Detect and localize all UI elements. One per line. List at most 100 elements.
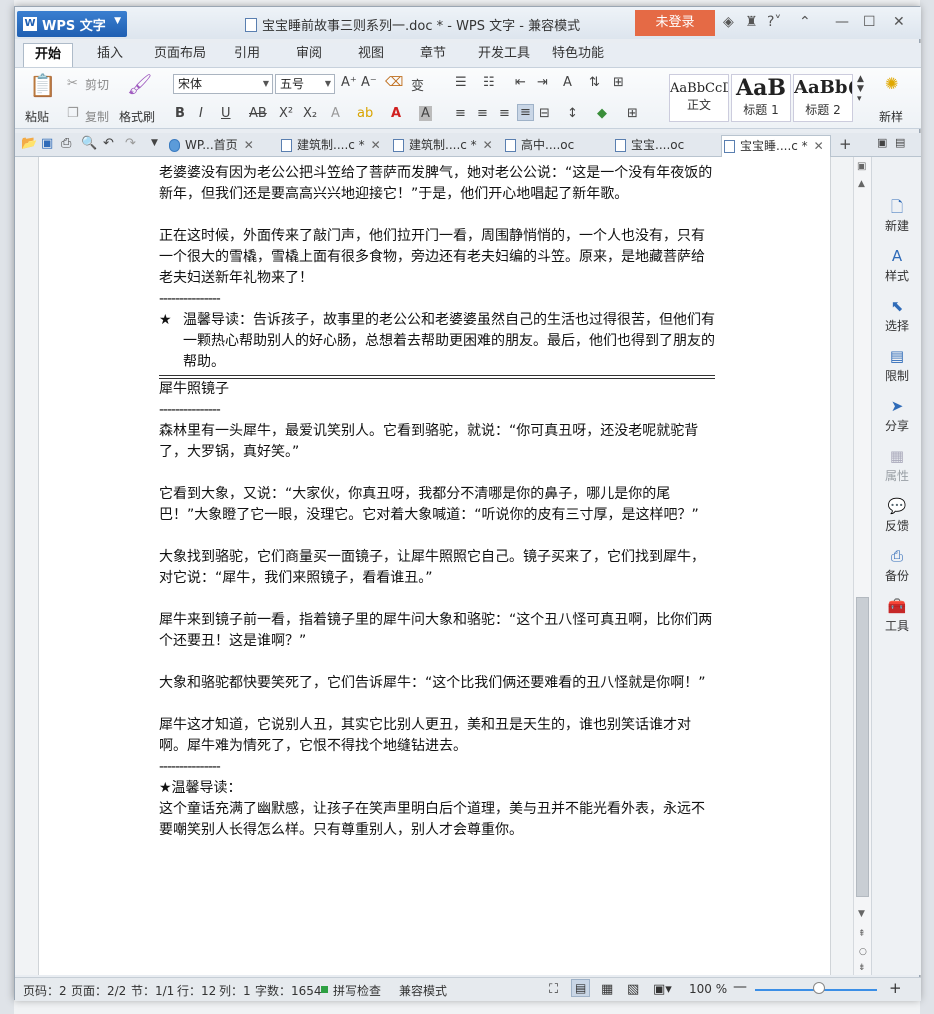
login-button[interactable]: 未登录 <box>635 10 715 36</box>
align-right-icon[interactable]: ≡ <box>499 106 510 121</box>
skin-icon[interactable]: ◈ <box>723 14 734 30</box>
doc-tab-2[interactable]: 建筑制....c * ✕ <box>279 135 387 157</box>
print-icon[interactable]: ⎙ <box>61 136 71 151</box>
underline-icon[interactable]: U <box>221 106 231 121</box>
scrollbar-thumb[interactable] <box>856 597 869 897</box>
spell-check-button[interactable]: 拼写检查 <box>333 982 381 999</box>
maximize-icon[interactable]: ☐ <box>863 14 876 30</box>
new-style-icon[interactable]: ✺ <box>885 74 898 93</box>
minimize-icon[interactable]: — <box>835 14 849 30</box>
tab-chapter[interactable]: 章节 <box>411 43 455 67</box>
paste-button[interactable]: 粘贴 <box>25 108 49 125</box>
side-restrict[interactable]: ▤ 限制 <box>872 347 922 384</box>
shading-icon[interactable]: ◆ <box>597 106 607 121</box>
italic-icon[interactable]: I <box>199 106 203 121</box>
decrease-indent-icon[interactable]: ⇤ <box>515 75 526 90</box>
paste-icon[interactable]: 📋 <box>29 74 56 99</box>
zoom-level[interactable]: 100 % <box>689 982 727 996</box>
shrink-font-icon[interactable]: A⁻ <box>361 75 377 90</box>
redo-icon[interactable]: ↷ <box>125 136 136 151</box>
tab-insert[interactable]: 插入 <box>85 43 135 67</box>
numbering-icon[interactable]: ☷ <box>483 75 495 90</box>
quick-access-menu-icon[interactable]: ▼ <box>151 138 158 148</box>
open-folder-icon[interactable]: 📂 <box>21 136 37 151</box>
justify-icon[interactable]: ≡ <box>517 104 534 121</box>
bullets-icon[interactable]: ☰ <box>455 75 467 90</box>
subscript-icon[interactable]: X₂ <box>303 106 317 121</box>
format-painter-icon[interactable]: 🖌 <box>127 72 152 96</box>
styles-scroll-icon[interactable]: ▲ ▼ ▾ <box>857 74 864 104</box>
zoom-in-icon[interactable]: + <box>889 979 902 997</box>
side-tools[interactable]: 🧰 工具 <box>872 597 922 634</box>
tab-list-icon[interactable]: ▣ <box>877 136 887 149</box>
shirt-icon[interactable]: ♜ <box>745 14 758 30</box>
doc-tab-active[interactable]: 宝宝睡....c * ✕ <box>721 135 831 157</box>
highlight-icon[interactable]: ab <box>357 106 373 121</box>
bold-icon[interactable]: B <box>175 106 185 121</box>
doc-tab-3[interactable]: 建筑制....c * ✕ <box>391 135 499 157</box>
page-view-icon[interactable]: ▤ <box>571 979 591 997</box>
align-center-icon[interactable]: ≡ <box>477 106 488 121</box>
print-preview-icon[interactable]: 🔍 <box>81 136 97 151</box>
browse-object-icon[interactable]: ○ <box>859 947 867 957</box>
clear-format-icon[interactable]: ⌫ <box>385 75 403 90</box>
char-shading-icon[interactable]: A <box>419 106 432 121</box>
new-style-button[interactable]: 新样 <box>879 108 903 125</box>
font-size-select[interactable]: 五号 ▼ <box>275 74 335 94</box>
style-heading-2[interactable]: AaBb( 标题 2 <box>793 74 853 122</box>
side-new[interactable]: 🗋 新建 <box>872 197 922 234</box>
app-menu-button[interactable]: W WPS 文字 ▼ <box>17 11 127 37</box>
increase-indent-icon[interactable]: ⇥ <box>537 75 548 90</box>
web-view-icon[interactable]: ▣▾ <box>653 982 672 997</box>
style-heading-1[interactable]: AaB 标题 1 <box>731 74 791 122</box>
reading-view-icon[interactable]: ▧ <box>627 982 639 997</box>
zoom-slider-thumb[interactable] <box>813 982 825 994</box>
tab-view[interactable]: 视图 <box>349 43 393 67</box>
sort-icon[interactable]: ⇅ <box>589 75 600 90</box>
doc-tab-5[interactable]: 宝宝....oc <box>613 135 721 157</box>
style-normal[interactable]: AaBbCcD 正文 <box>669 74 729 122</box>
font-color-icon[interactable]: A <box>391 106 401 121</box>
tab-review[interactable]: 审阅 <box>287 43 331 67</box>
fullscreen-icon[interactable]: ⛶ <box>549 982 558 997</box>
strikethrough-icon[interactable]: AB <box>249 106 267 121</box>
tab-developer[interactable]: 开发工具 <box>471 43 537 67</box>
side-share[interactable]: ➤ 分享 <box>872 397 922 434</box>
side-backup[interactable]: ⎙ 备份 <box>872 547 922 584</box>
side-feedback[interactable]: 💬 反馈 <box>872 497 922 534</box>
status-word-count[interactable]: 字数：1654 <box>255 982 322 999</box>
doc-tab-wps-home[interactable]: WP...首页 ✕ <box>167 135 275 157</box>
document-content[interactable]: 老婆婆没有因为老公公把斗笠给了菩萨而发脾气，她对老公公说：“这是一个没有年夜饭的… <box>159 163 715 841</box>
tab-references[interactable]: 引用 <box>225 43 269 67</box>
superscript-icon[interactable]: X² <box>279 106 293 121</box>
align-left-icon[interactable]: ≡ <box>455 106 466 121</box>
undo-icon[interactable]: ↶ <box>103 136 114 151</box>
ruler-toggle-icon[interactable]: ▣ <box>857 161 866 172</box>
new-tab-icon[interactable]: + <box>839 135 852 153</box>
save-icon[interactable]: ▣ <box>41 136 53 151</box>
document-page[interactable]: 老婆婆没有因为老公公把斗笠给了菩萨而发脾气，她对老公公说：“这是一个没有年夜饭的… <box>38 157 831 975</box>
collapse-ribbon-icon[interactable]: ⌃ <box>799 14 811 30</box>
case-icon[interactable]: A <box>563 75 572 90</box>
tab-special-features[interactable]: 特色功能 <box>545 43 611 67</box>
distribute-icon[interactable]: ⊟ <box>539 106 550 121</box>
next-page-icon[interactable]: ⇟ <box>858 963 866 973</box>
zoom-out-icon[interactable]: — <box>733 979 747 995</box>
outline-view-icon[interactable]: ▦ <box>601 982 613 997</box>
doc-tab-4[interactable]: 高中....oc <box>503 135 611 157</box>
cut-button[interactable]: 剪切 <box>85 76 109 93</box>
format-painter-button[interactable]: 格式刷 <box>119 108 155 125</box>
scroll-up-icon[interactable]: ▲ <box>858 179 865 189</box>
phonetic-icon[interactable]: 变 <box>411 75 424 94</box>
tab-home[interactable]: 开始 <box>23 43 73 67</box>
scroll-down-icon[interactable]: ▼ <box>858 909 865 919</box>
table-icon[interactable]: ⊞ <box>613 75 624 90</box>
tab-page-layout[interactable]: 页面布局 <box>145 43 215 67</box>
side-styles[interactable]: A 样式 <box>872 247 922 284</box>
grow-font-icon[interactable]: A⁺ <box>341 75 357 90</box>
close-icon[interactable]: ✕ <box>893 14 905 30</box>
side-properties[interactable]: ▦ 属性 <box>872 447 922 484</box>
copy-button[interactable]: 复制 <box>85 108 109 125</box>
text-effect-icon[interactable]: A <box>331 106 340 121</box>
prev-page-icon[interactable]: ⇞ <box>858 929 866 939</box>
